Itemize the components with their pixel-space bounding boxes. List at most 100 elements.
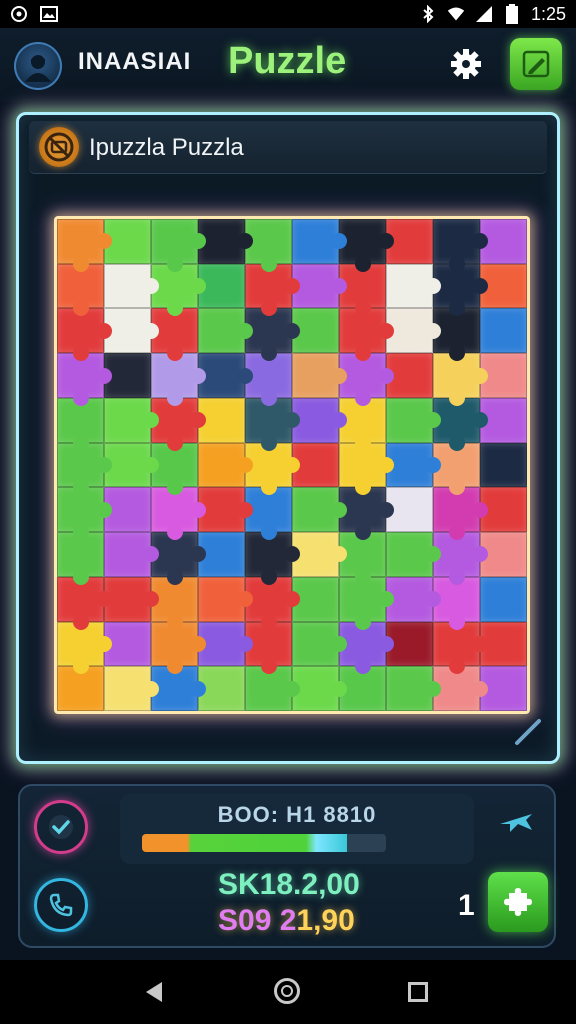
puzzle-piece[interactable] — [386, 532, 441, 577]
progress-box: BOO: H1 8810 — [120, 794, 474, 864]
puzzle-piece[interactable] — [151, 219, 206, 272]
piece-tab — [354, 389, 371, 406]
piece-tab — [190, 367, 206, 384]
piece-tab — [448, 524, 465, 541]
clock: 1:25 — [530, 3, 566, 24]
piece-tab — [260, 524, 277, 541]
puzzle-piece[interactable] — [198, 308, 253, 354]
piece-tab — [72, 300, 89, 317]
piece-tab — [354, 658, 371, 675]
piece-tab — [448, 255, 465, 272]
status-panel: BOO: H1 8810 SK18.2,00 S09 21,90 1 — [18, 784, 556, 948]
gear-icon[interactable] — [448, 46, 484, 82]
add-piece-button[interactable] — [488, 872, 548, 932]
username: INAASIAI — [78, 48, 192, 75]
piece-tab — [72, 255, 89, 272]
piece-tab — [260, 345, 277, 362]
app-title: Puzzle — [228, 40, 347, 82]
puzzle-piece[interactable] — [57, 219, 112, 272]
puzzle-piece[interactable] — [480, 576, 527, 622]
piece-tab — [354, 479, 371, 496]
piece-tab — [260, 434, 277, 451]
puzzle-piece[interactable] — [104, 263, 159, 309]
piece-tab — [425, 680, 441, 697]
status-bar: 1:25 — [0, 0, 576, 28]
phone-button[interactable] — [34, 878, 88, 932]
piece-tab — [448, 345, 465, 362]
piece-count: 1 — [458, 889, 475, 922]
piece-tab — [378, 456, 394, 473]
puzzle-piece[interactable] — [433, 219, 488, 272]
piece-tab — [72, 345, 89, 362]
piece-tab — [378, 322, 394, 339]
piece-tab — [190, 501, 206, 518]
puzzle-piece[interactable] — [386, 397, 441, 443]
check-button[interactable] — [34, 800, 88, 854]
puzzle-piece[interactable] — [198, 442, 253, 488]
piece-tab — [72, 658, 89, 675]
piece-tab — [448, 613, 465, 630]
piece-tab — [284, 322, 300, 339]
piece-tab — [331, 278, 347, 295]
piece-tab — [472, 635, 488, 652]
piece-tab — [354, 434, 371, 451]
puzzle-board: Ipuzzla Puzzla — [16, 112, 560, 764]
piece-tab — [96, 501, 112, 518]
piece-tab — [425, 278, 441, 295]
gallery-icon — [40, 5, 58, 23]
piece-tab — [354, 524, 371, 541]
piece-tab — [96, 367, 112, 384]
puzzle-piece[interactable] — [480, 442, 527, 488]
piece-tab — [96, 322, 112, 339]
piece-tab — [166, 613, 183, 630]
edit-button[interactable] — [510, 38, 562, 90]
check-icon — [49, 815, 73, 839]
piece-tab — [331, 680, 347, 697]
puzzle-frame — [54, 216, 530, 714]
puzzle-piece[interactable] — [292, 621, 347, 667]
no-camera-icon[interactable] — [39, 127, 79, 167]
puzzle-piece[interactable] — [386, 263, 441, 309]
puzzle-piece[interactable] — [386, 666, 441, 711]
puzzle-piece[interactable] — [104, 532, 159, 577]
piece-tab — [448, 479, 465, 496]
piece-tab — [166, 524, 183, 541]
wifi-icon — [447, 5, 465, 23]
piece-tab — [260, 300, 277, 317]
piece-tab — [72, 524, 89, 541]
avatar[interactable] — [14, 42, 62, 90]
piece-tab — [472, 278, 488, 295]
board-header: Ipuzzla Puzzla — [29, 121, 547, 174]
piece-tab — [472, 501, 488, 518]
piece-tab — [166, 658, 183, 675]
plane-icon[interactable] — [496, 802, 536, 842]
puzzle-piece[interactable] — [480, 308, 527, 354]
sync-icon — [10, 5, 28, 23]
piece-tab — [425, 456, 441, 473]
back-icon[interactable] — [144, 980, 164, 1008]
puzzle-piece[interactable] — [292, 353, 347, 398]
piece-tab — [143, 680, 159, 697]
piece-tab — [72, 568, 89, 585]
recent-apps-icon[interactable] — [408, 982, 428, 1002]
score-secondary: S09 21,90 — [218, 904, 355, 938]
puzzle-grid[interactable] — [57, 219, 527, 711]
puzzle-piece[interactable] — [104, 397, 159, 443]
piece-tab — [448, 300, 465, 317]
piece-tab — [260, 479, 277, 496]
home-icon[interactable] — [274, 978, 300, 1004]
piece-tab — [378, 501, 394, 518]
puzzle-piece[interactable] — [104, 666, 159, 711]
puzzle-piece[interactable] — [292, 219, 347, 264]
piece-tab — [425, 322, 441, 339]
piece-tab — [166, 300, 183, 317]
resize-handle-icon[interactable] — [513, 717, 543, 747]
score-secondary-a: S09 2 — [218, 904, 297, 937]
piece-tab — [331, 367, 347, 384]
puzzle-piece[interactable] — [198, 576, 253, 622]
piece-tab — [284, 278, 300, 295]
piece-tab — [354, 613, 371, 630]
piece-tab — [448, 658, 465, 675]
piece-tab — [72, 434, 89, 451]
puzzle-piece[interactable] — [292, 487, 347, 533]
